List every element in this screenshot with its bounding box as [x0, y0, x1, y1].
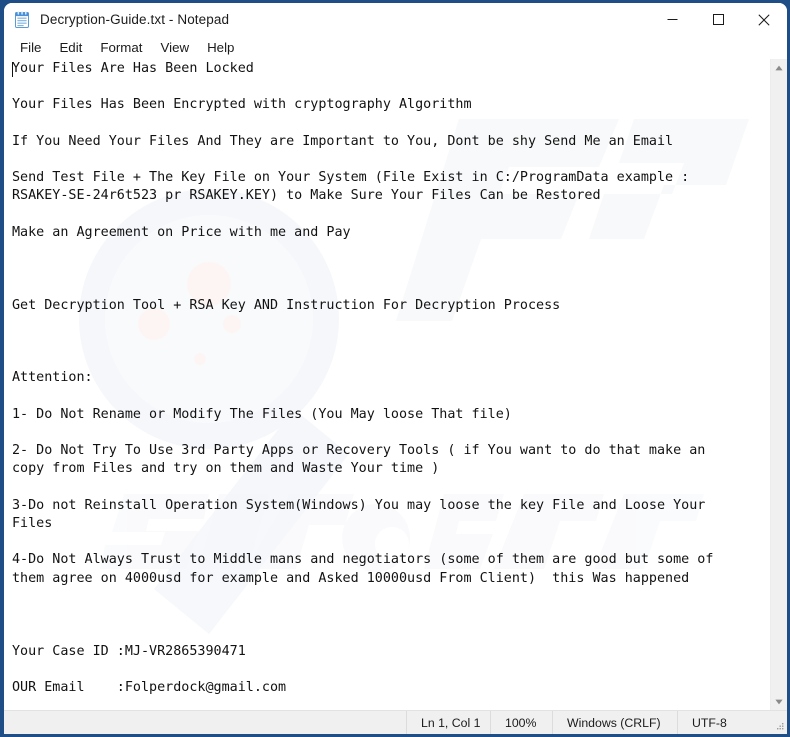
- menu-item-edit[interactable]: Edit: [50, 39, 91, 57]
- status-bar: Ln 1, Col 1 100% Windows (CRLF) UTF-8: [4, 710, 787, 734]
- minimize-button[interactable]: [649, 3, 695, 36]
- document-text[interactable]: Your Files Are Has Been Locked Your File…: [4, 59, 764, 710]
- scroll-up-icon: [775, 65, 783, 70]
- minimize-icon: [667, 19, 677, 20]
- scroll-up-button[interactable]: [771, 59, 787, 76]
- scroll-down-button[interactable]: [771, 693, 787, 710]
- status-position[interactable]: Ln 1, Col 1: [406, 711, 490, 734]
- menu-item-view[interactable]: View: [151, 39, 198, 57]
- maximize-icon: [712, 14, 724, 25]
- scroll-down-icon: [775, 699, 783, 704]
- editor-area[interactable]: Your Files Are Has Been Locked Your File…: [4, 59, 787, 710]
- menu-item-help[interactable]: Help: [198, 39, 243, 57]
- menu-item-format[interactable]: Format: [91, 39, 151, 57]
- close-icon: [758, 13, 770, 26]
- status-encoding[interactable]: UTF-8: [677, 711, 773, 734]
- vertical-scrollbar[interactable]: [770, 59, 787, 710]
- maximize-button[interactable]: [695, 3, 741, 36]
- window-client-area: Decryption-Guide.txt - Notepad File Edit…: [4, 3, 787, 734]
- window-title: Decryption-Guide.txt - Notepad: [40, 12, 230, 27]
- window-controls: [649, 3, 787, 36]
- menu-bar: File Edit Format View Help: [4, 36, 787, 59]
- status-line-endings[interactable]: Windows (CRLF): [552, 711, 677, 734]
- notepad-window: Decryption-Guide.txt - Notepad File Edit…: [0, 0, 790, 737]
- resize-grip-icon[interactable]: [773, 711, 787, 734]
- status-zoom[interactable]: 100%: [490, 711, 552, 734]
- notepad-icon: [13, 10, 31, 29]
- menu-item-file[interactable]: File: [11, 39, 50, 57]
- text-caret: [12, 62, 13, 77]
- title-bar[interactable]: Decryption-Guide.txt - Notepad: [4, 3, 787, 36]
- close-button[interactable]: [741, 3, 787, 36]
- scrollbar-thumb[interactable]: [771, 76, 787, 693]
